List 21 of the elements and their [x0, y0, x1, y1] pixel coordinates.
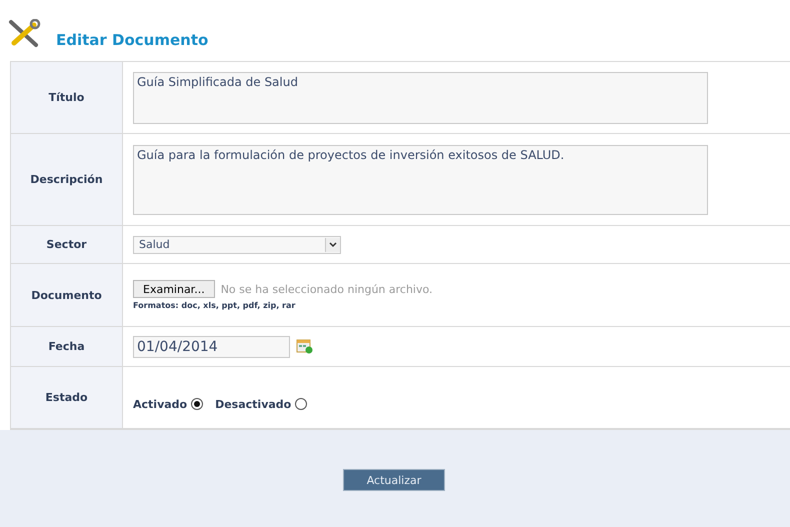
- label-cell: Documento: [11, 264, 123, 326]
- radio-label: Desactivado: [215, 398, 292, 411]
- tools-icon: [8, 18, 42, 48]
- sector-dropdown[interactable]: Salud: [133, 236, 341, 254]
- label-cell: Estado: [11, 367, 123, 428]
- label-cell: Sector: [11, 226, 123, 263]
- radio-button[interactable]: [191, 398, 204, 410]
- description-field[interactable]: Guía para la formulación de proyectos de inversión exitosos de SALUD.: [133, 144, 708, 214]
- formats-hint: Formatos: doc, xls, ppt, pdf, zip, rar: [133, 301, 296, 310]
- update-button[interactable]: Actualizar: [343, 469, 445, 491]
- radio-button[interactable]: [295, 398, 308, 410]
- label-cell: Título: [11, 62, 123, 133]
- title-field[interactable]: Guía Simplificada de Salud: [133, 72, 708, 124]
- browse-button[interactable]: Examinar...: [133, 280, 215, 298]
- label-cell: Fecha: [11, 327, 123, 366]
- file-status: No se ha seleccionado ningún archivo.: [220, 282, 433, 296]
- radio-label: Activado: [133, 398, 188, 411]
- label-cell: Descripción: [11, 134, 123, 225]
- calendar-icon[interactable]: [296, 339, 313, 354]
- page-title: Editar Documento: [56, 30, 208, 48]
- date-field[interactable]: 01/04/2014: [133, 336, 290, 358]
